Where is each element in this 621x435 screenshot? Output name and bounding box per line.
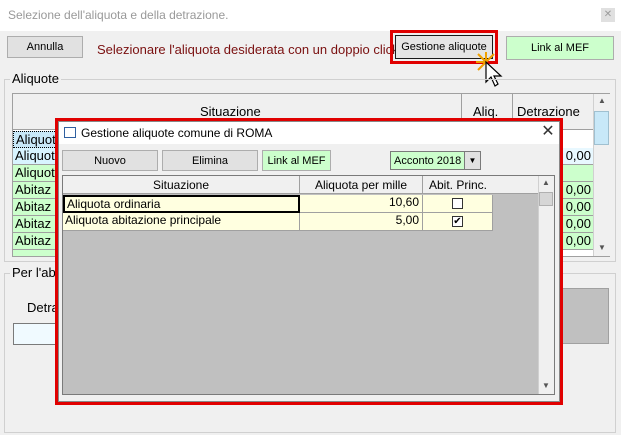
aliquote-group-label: Aliquote [10,71,61,86]
abitazione-group-label: Per l'ab [10,265,58,280]
dialog-header-abit: Abit. Princ. [428,178,488,192]
dialog-title: Gestione aliquote comune di ROMA [81,126,273,140]
dialog-header-aliquota: Aliquota per mille [314,178,408,192]
detrazione-cell: 0,00 [561,182,593,199]
instruction-text: Selezionare l'aliquota desiderata con un… [97,42,399,57]
table-row[interactable]: Abitaz [13,182,57,199]
abit-princ-checkbox-checked[interactable]: ✔ [452,216,463,227]
table-row[interactable]: Abitaz [13,216,57,233]
detrazione-cell [561,165,593,182]
table-row[interactable]: Aliquot [13,131,57,148]
detrazione-cell: 0,00 [561,216,593,233]
detrazione-cell: 0,00 [561,148,593,165]
header-aliq: Aliq. [473,104,499,119]
table-row[interactable]: Abitaz [13,233,57,250]
table-row[interactable]: Aliquot [13,148,57,165]
parent-close-icon[interactable]: ✕ [601,8,615,22]
dialog-link-mef-button[interactable]: Link al MEF [262,150,331,171]
link-mef-button[interactable]: Link al MEF [506,36,614,60]
header-situazione: Situazione [200,104,261,119]
nuovo-button[interactable]: Nuovo [62,150,158,171]
scroll-down-icon[interactable]: ▼ [595,243,609,252]
scroll-up-icon[interactable]: ▲ [595,96,609,105]
dialog-close-icon[interactable]: ✕ [540,124,556,140]
dialog-header-situazione: Situazione [152,178,210,192]
dialog-cell-situazione[interactable]: Aliquota abitazione principale [63,213,300,231]
table-row[interactable]: Aliquot [13,165,57,182]
table-row-partial [13,250,57,257]
dialog-cell-aliquota[interactable]: 10,60 [300,195,423,213]
detrazione-cell: 0,00 [561,199,593,216]
abit-princ-checkbox[interactable] [452,198,463,209]
annulla-button[interactable]: Annulla [7,36,83,58]
detrazione-cell: 0,00 [561,233,593,250]
scrollbar-thumb[interactable] [539,192,553,206]
window-app-icon [64,127,76,138]
chevron-down-icon[interactable]: ▼ [464,152,480,169]
elimina-button[interactable]: Elimina [162,150,258,171]
table-row[interactable]: Abitaz [13,199,57,216]
dialog-cell-situazione[interactable]: Aliquota ordinaria [63,195,300,213]
header-detrazione: Detrazione [517,104,580,119]
dialog-grid-scrollbar[interactable] [538,176,554,394]
scroll-down-icon[interactable]: ▼ [539,381,553,390]
parent-window-title: Selezione dell'aliquota e della detrazio… [8,8,229,22]
scrollbar-thumb[interactable] [594,111,609,145]
scroll-up-icon[interactable]: ▲ [539,178,553,187]
dialog-cell-aliquota[interactable]: 5,00 [300,213,423,231]
